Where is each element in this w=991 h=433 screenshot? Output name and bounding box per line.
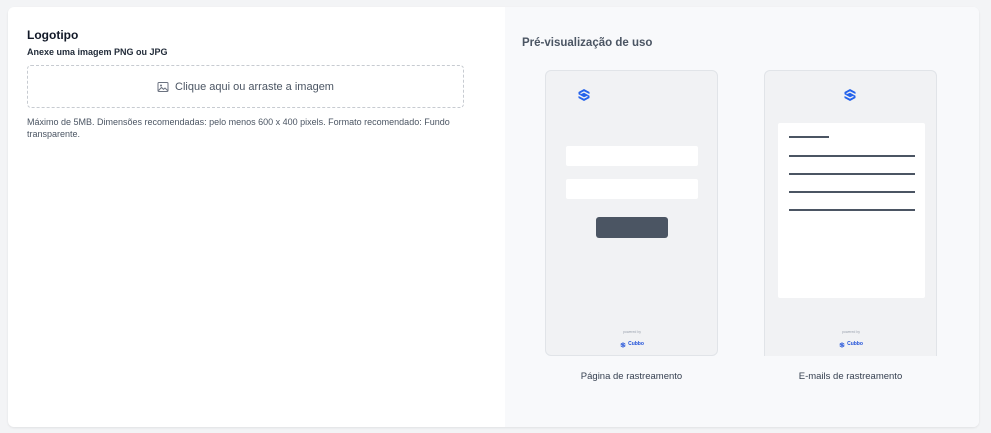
email-line bbox=[789, 155, 915, 157]
tracking-email-preview: powered by Cubbo bbox=[764, 70, 937, 356]
dropzone-label: Clique aqui ou arraste a imagem bbox=[175, 80, 334, 93]
mock-input-2 bbox=[566, 179, 698, 199]
logo-title: Logotipo bbox=[27, 28, 79, 42]
tracking-page-preview: powered by Cubbo bbox=[545, 70, 718, 356]
email-line bbox=[789, 173, 915, 175]
mock-button bbox=[596, 217, 668, 238]
logo-settings-card: Logotipo Anexe uma imagem PNG ou JPG Cli… bbox=[8, 7, 979, 427]
logo-upload-panel: Logotipo Anexe uma imagem PNG ou JPG Cli… bbox=[8, 7, 505, 427]
cubbo-small-icon bbox=[839, 335, 845, 353]
logo-help-text: Máximo de 5MB. Dimensões recomendadas: p… bbox=[27, 117, 450, 139]
logo-dropzone[interactable]: Clique aqui ou arraste a imagem bbox=[27, 65, 464, 108]
tracking-email-caption: E-mails de rastreamento bbox=[798, 371, 903, 382]
cubbo-logo-icon bbox=[843, 88, 857, 107]
mock-input-1 bbox=[566, 146, 698, 166]
powered-by-text: powered by bbox=[622, 330, 642, 334]
email-line bbox=[789, 209, 915, 211]
cubbo-small-icon bbox=[620, 335, 626, 353]
powered-by-badge: powered by Cubbo bbox=[602, 330, 662, 353]
powered-by-badge: powered by Cubbo bbox=[821, 330, 881, 353]
email-body-mock bbox=[778, 123, 925, 298]
powered-by-text: powered by bbox=[841, 330, 861, 334]
email-line bbox=[789, 191, 915, 193]
cubbo-logo-icon bbox=[577, 88, 591, 107]
image-icon bbox=[157, 81, 169, 93]
preview-title: Pré-visualização de uso bbox=[522, 37, 653, 49]
preview-panel: Pré-visualização de uso powered by Cubbo… bbox=[505, 7, 979, 427]
powered-brand-name: Cubbo bbox=[847, 341, 863, 347]
email-line bbox=[789, 136, 829, 138]
tracking-page-caption: Página de rastreamento bbox=[580, 371, 683, 382]
powered-brand-name: Cubbo bbox=[628, 341, 644, 347]
logo-subtitle: Anexe uma imagem PNG ou JPG bbox=[27, 47, 168, 57]
